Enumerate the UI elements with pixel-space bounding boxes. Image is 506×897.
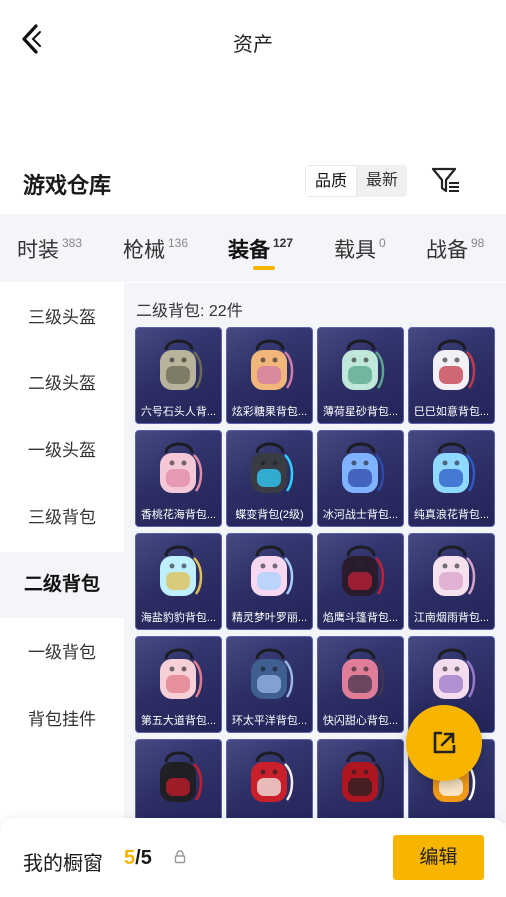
active-tab-indicator bbox=[253, 266, 275, 270]
sidebar-item-level3-helmet[interactable]: 三级头盔 bbox=[0, 285, 124, 351]
edit-button[interactable]: 编辑 bbox=[393, 835, 484, 880]
tab-label: 载具 bbox=[334, 239, 376, 262]
showcase-bar: 我的橱窗 5/5 编辑 bbox=[0, 818, 506, 897]
warehouse-header: 游戏仓库 品质 最新 bbox=[0, 156, 506, 208]
stone-golem-backpack-icon bbox=[160, 339, 203, 390]
wave-drink-backpack-icon bbox=[433, 442, 476, 493]
tab-equipment[interactable]: 装备 127 bbox=[228, 234, 293, 264]
tab-label: 枪械 bbox=[123, 239, 165, 262]
showcase-label: 我的橱窗 bbox=[23, 853, 103, 875]
sidebar-item-level1-backpack[interactable]: 一级背包 bbox=[0, 620, 124, 686]
fifth-avenue-backpack-icon bbox=[160, 648, 203, 699]
candy-backpack-icon bbox=[251, 339, 294, 390]
item-card[interactable]: 海盐豹豹背包... bbox=[135, 533, 222, 630]
item-count: 二级背包: 22件 bbox=[136, 303, 243, 320]
item-card[interactable]: 环太平洋背包... bbox=[226, 636, 313, 733]
fairy-heart-backpack-icon bbox=[251, 545, 294, 596]
item-name: 江南烟雨背包... bbox=[413, 612, 490, 624]
item-name: 海盐豹豹背包... bbox=[140, 612, 217, 624]
item-card[interactable]: 江南烟雨背包... bbox=[408, 533, 495, 630]
item-card[interactable]: 焰鹰斗篷背包... bbox=[317, 533, 404, 630]
red-white-backpack-icon bbox=[251, 751, 294, 802]
item-card[interactable]: 薄荷星砂背包... bbox=[317, 327, 404, 424]
item-card[interactable]: 巳巳如意背包... bbox=[408, 327, 495, 424]
tab-count: 127 bbox=[273, 236, 294, 250]
tab-label: 装备 bbox=[228, 239, 270, 262]
sweetheart-backpack-icon bbox=[342, 648, 385, 699]
sidebar-item-level2-helmet[interactable]: 二级头盔 bbox=[0, 351, 124, 417]
tab-count: 383 bbox=[62, 236, 83, 250]
tab-label: 时装 bbox=[17, 239, 59, 262]
item-name: 纯真浪花背包... bbox=[413, 509, 490, 521]
sidebar-item-level3-backpack[interactable]: 三级背包 bbox=[0, 485, 124, 551]
lock-icon bbox=[174, 850, 186, 864]
item-card[interactable]: 香桃花海背包... bbox=[135, 430, 222, 527]
item-card[interactable]: 冰河战士背包... bbox=[317, 430, 404, 527]
item-card[interactable]: 纯真浪花背包... bbox=[408, 430, 495, 527]
winged-heart-backpack-icon bbox=[433, 648, 476, 699]
item-name: 薄荷星砂背包... bbox=[322, 406, 399, 418]
tab-label: 战备 bbox=[426, 239, 468, 262]
header: 资产 bbox=[0, 0, 506, 82]
tab-supplies[interactable]: 战备 98 bbox=[426, 234, 484, 264]
item-name: 精灵梦叶罗丽... bbox=[231, 612, 308, 624]
sort-quality[interactable]: 品质 bbox=[305, 165, 358, 197]
item-name: 环太平洋背包... bbox=[231, 715, 308, 727]
item-card[interactable]: 快闪甜心背包... bbox=[317, 636, 404, 733]
showcase-current: 5 bbox=[124, 847, 136, 869]
red-bomb-backpack-icon bbox=[342, 751, 385, 802]
item-name: 第五大道背包... bbox=[140, 715, 217, 727]
warehouse-title: 游戏仓库 bbox=[23, 173, 112, 198]
item-name: 香桃花海背包... bbox=[140, 509, 217, 521]
item-name: 冰河战士背包... bbox=[322, 509, 399, 521]
category-tabs: 时装 383 枪械 136 装备 127 载具 0 战备 98 bbox=[0, 214, 506, 282]
flame-eagle-backpack-icon bbox=[342, 545, 385, 596]
item-card[interactable]: 六号石头人背... bbox=[135, 327, 222, 424]
tab-fashion[interactable]: 时装 383 bbox=[17, 234, 82, 264]
share-button[interactable] bbox=[406, 705, 482, 781]
external-link-icon bbox=[433, 731, 456, 754]
butterfly-backpack-icon bbox=[251, 442, 294, 493]
sort-latest[interactable]: 最新 bbox=[357, 165, 407, 197]
showcase-total: 5 bbox=[140, 847, 152, 869]
item-name: 巳巳如意背包... bbox=[413, 406, 490, 418]
snake-backpack-icon bbox=[433, 339, 476, 390]
peach-backpack-icon bbox=[160, 442, 203, 493]
sidebar-item-level1-helmet[interactable]: 一级头盔 bbox=[0, 418, 124, 484]
sidebar-item-level2-backpack[interactable]: 二级背包 bbox=[0, 552, 124, 618]
pacific-rim-backpack-icon bbox=[251, 648, 294, 699]
black-red-backpack-icon bbox=[160, 751, 203, 802]
filter-icon[interactable] bbox=[430, 164, 462, 196]
glacier-warrior-backpack-icon bbox=[342, 442, 385, 493]
seal-backpack-icon bbox=[160, 545, 203, 596]
item-name: 六号石头人背... bbox=[140, 406, 217, 418]
showcase-count: 5/5 bbox=[124, 847, 152, 870]
item-name: 炫彩糖果背包... bbox=[231, 406, 308, 418]
tab-vehicles[interactable]: 载具 0 bbox=[334, 234, 386, 264]
page-title: 资产 bbox=[233, 34, 273, 56]
item-name: 蝶变背包(2级) bbox=[235, 509, 304, 521]
rain-bunny-backpack-icon bbox=[433, 545, 476, 596]
item-card[interactable]: 第五大道背包... bbox=[135, 636, 222, 733]
item-name: 焰鹰斗篷背包... bbox=[322, 612, 399, 624]
item-name: 快闪甜心背包... bbox=[322, 715, 399, 727]
tab-guns[interactable]: 枪械 136 bbox=[123, 234, 188, 264]
item-card[interactable]: 炫彩糖果背包... bbox=[226, 327, 313, 424]
item-card[interactable]: 蝶变背包(2级) bbox=[226, 430, 313, 527]
tab-count: 136 bbox=[168, 236, 189, 250]
item-card[interactable] bbox=[226, 739, 313, 823]
sort-toggle: 品质 最新 bbox=[305, 165, 408, 197]
mint-star-backpack-icon bbox=[342, 339, 385, 390]
item-card[interactable] bbox=[135, 739, 222, 823]
tab-count: 98 bbox=[471, 236, 485, 250]
sidebar-item-backpack-charm[interactable]: 背包挂件 bbox=[0, 687, 124, 753]
item-card[interactable] bbox=[317, 739, 404, 823]
item-card[interactable]: 精灵梦叶罗丽... bbox=[226, 533, 313, 630]
tab-count: 0 bbox=[379, 236, 386, 250]
sub-category-sidebar: 三级头盔 二级头盔 一级头盔 三级背包 二级背包 一级背包 背包挂件 bbox=[0, 283, 124, 823]
